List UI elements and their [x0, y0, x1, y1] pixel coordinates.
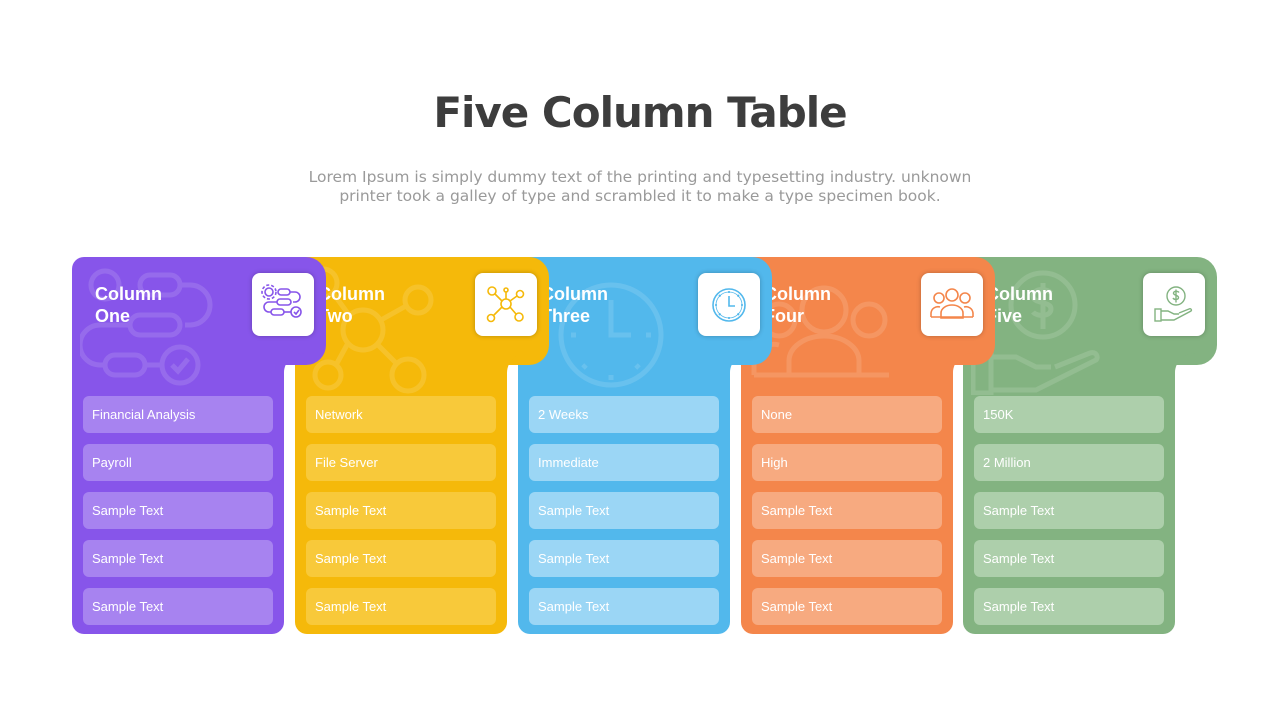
- table-cell: Sample Text: [83, 588, 273, 625]
- table-cell: Sample Text: [529, 540, 719, 577]
- column-title: Column Two: [318, 283, 385, 327]
- table-cell: Sample Text: [83, 492, 273, 529]
- column-title-line-1: Column: [318, 284, 385, 304]
- table-cell: File Server: [306, 444, 496, 481]
- table-cell: Network: [306, 396, 496, 433]
- team-icon: [921, 273, 983, 336]
- column-cells: Financial Analysis Payroll Sample Text Samp…: [83, 396, 273, 636]
- table-cell: Sample Text: [974, 492, 1164, 529]
- page-title: Five Column Table: [433, 88, 847, 137]
- subtitle-line-2: printer took a galley of type and scramb…: [339, 187, 941, 205]
- table-cell: Financial Analysis: [83, 396, 273, 433]
- column-title: Column Four: [764, 283, 831, 327]
- column-title-line-2: One: [95, 306, 131, 326]
- column-title-line-2: Five: [986, 306, 1023, 326]
- table-cell: Sample Text: [529, 588, 719, 625]
- column-cells: None High Sample Text Sample Text Sample Tex…: [752, 396, 942, 636]
- header-curve: [284, 353, 304, 373]
- column-title-line-1: Column: [95, 284, 162, 304]
- table-cell: Sample Text: [752, 588, 942, 625]
- header-curve: [730, 353, 750, 373]
- workflow-icon: [252, 273, 314, 336]
- table-cell: 150K: [974, 396, 1164, 433]
- table-cell: None: [752, 396, 942, 433]
- clock-icon: [698, 273, 760, 336]
- column-title-line-2: Three: [541, 306, 591, 326]
- table-cell: Sample Text: [529, 492, 719, 529]
- page-subtitle: Lorem Ipsum is simply dummy text of the …: [290, 168, 990, 206]
- table-cell: Sample Text: [306, 540, 496, 577]
- column-cells: 150K 2 Million Sample Text Sample Text Sampl…: [974, 396, 1164, 636]
- header-curve: [1175, 353, 1195, 373]
- table-cell: Sample Text: [974, 540, 1164, 577]
- network-icon: [475, 273, 537, 336]
- column-title-line-2: Four: [764, 306, 804, 326]
- table-cell: Sample Text: [306, 588, 496, 625]
- column-cells: 2 Weeks Immediate Sample Text Sample Text Sa…: [529, 396, 719, 636]
- table-cell: Immediate: [529, 444, 719, 481]
- table-cell: Payroll: [83, 444, 273, 481]
- column-title-line-1: Column: [541, 284, 608, 304]
- table-cell: Sample Text: [974, 588, 1164, 625]
- column-title: Column Five: [986, 283, 1053, 327]
- column-title: Column One: [95, 283, 162, 327]
- table-cell: Sample Text: [752, 492, 942, 529]
- subtitle-line-1: Lorem Ipsum is simply dummy text of the …: [308, 168, 972, 186]
- header-curve: [953, 353, 973, 373]
- column-cells: Network File Server Sample Text Sample Text…: [306, 396, 496, 636]
- table-cell: Sample Text: [83, 540, 273, 577]
- column-title-line-2: Two: [318, 306, 353, 326]
- column-title: Column Three: [541, 283, 608, 327]
- money-hand-icon: [1143, 273, 1205, 336]
- table-cell: 2 Weeks: [529, 396, 719, 433]
- header-curve: [507, 353, 527, 373]
- table-cell: Sample Text: [306, 492, 496, 529]
- table-cell: 2 Million: [974, 444, 1164, 481]
- column-title-line-1: Column: [764, 284, 831, 304]
- table-cell: High: [752, 444, 942, 481]
- column-title-line-1: Column: [986, 284, 1053, 304]
- table-cell: Sample Text: [752, 540, 942, 577]
